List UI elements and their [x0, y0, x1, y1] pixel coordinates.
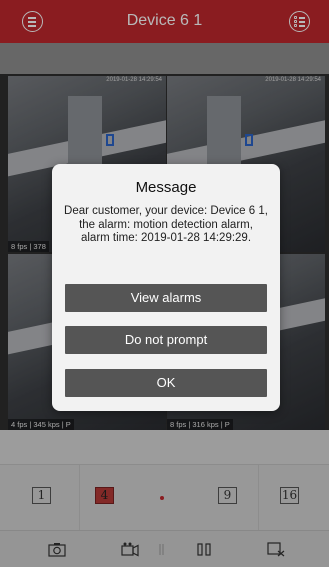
ok-button[interactable]: OK — [65, 369, 267, 397]
view-alarms-button[interactable]: View alarms — [65, 284, 267, 312]
alarm-message-dialog: Message Dear customer, your device: Devi… — [52, 164, 280, 411]
do-not-prompt-button[interactable]: Do not prompt — [65, 326, 267, 354]
dialog-title: Message — [135, 179, 197, 196]
dialog-message: Dear customer, your device: Device 6 1, … — [64, 205, 268, 244]
